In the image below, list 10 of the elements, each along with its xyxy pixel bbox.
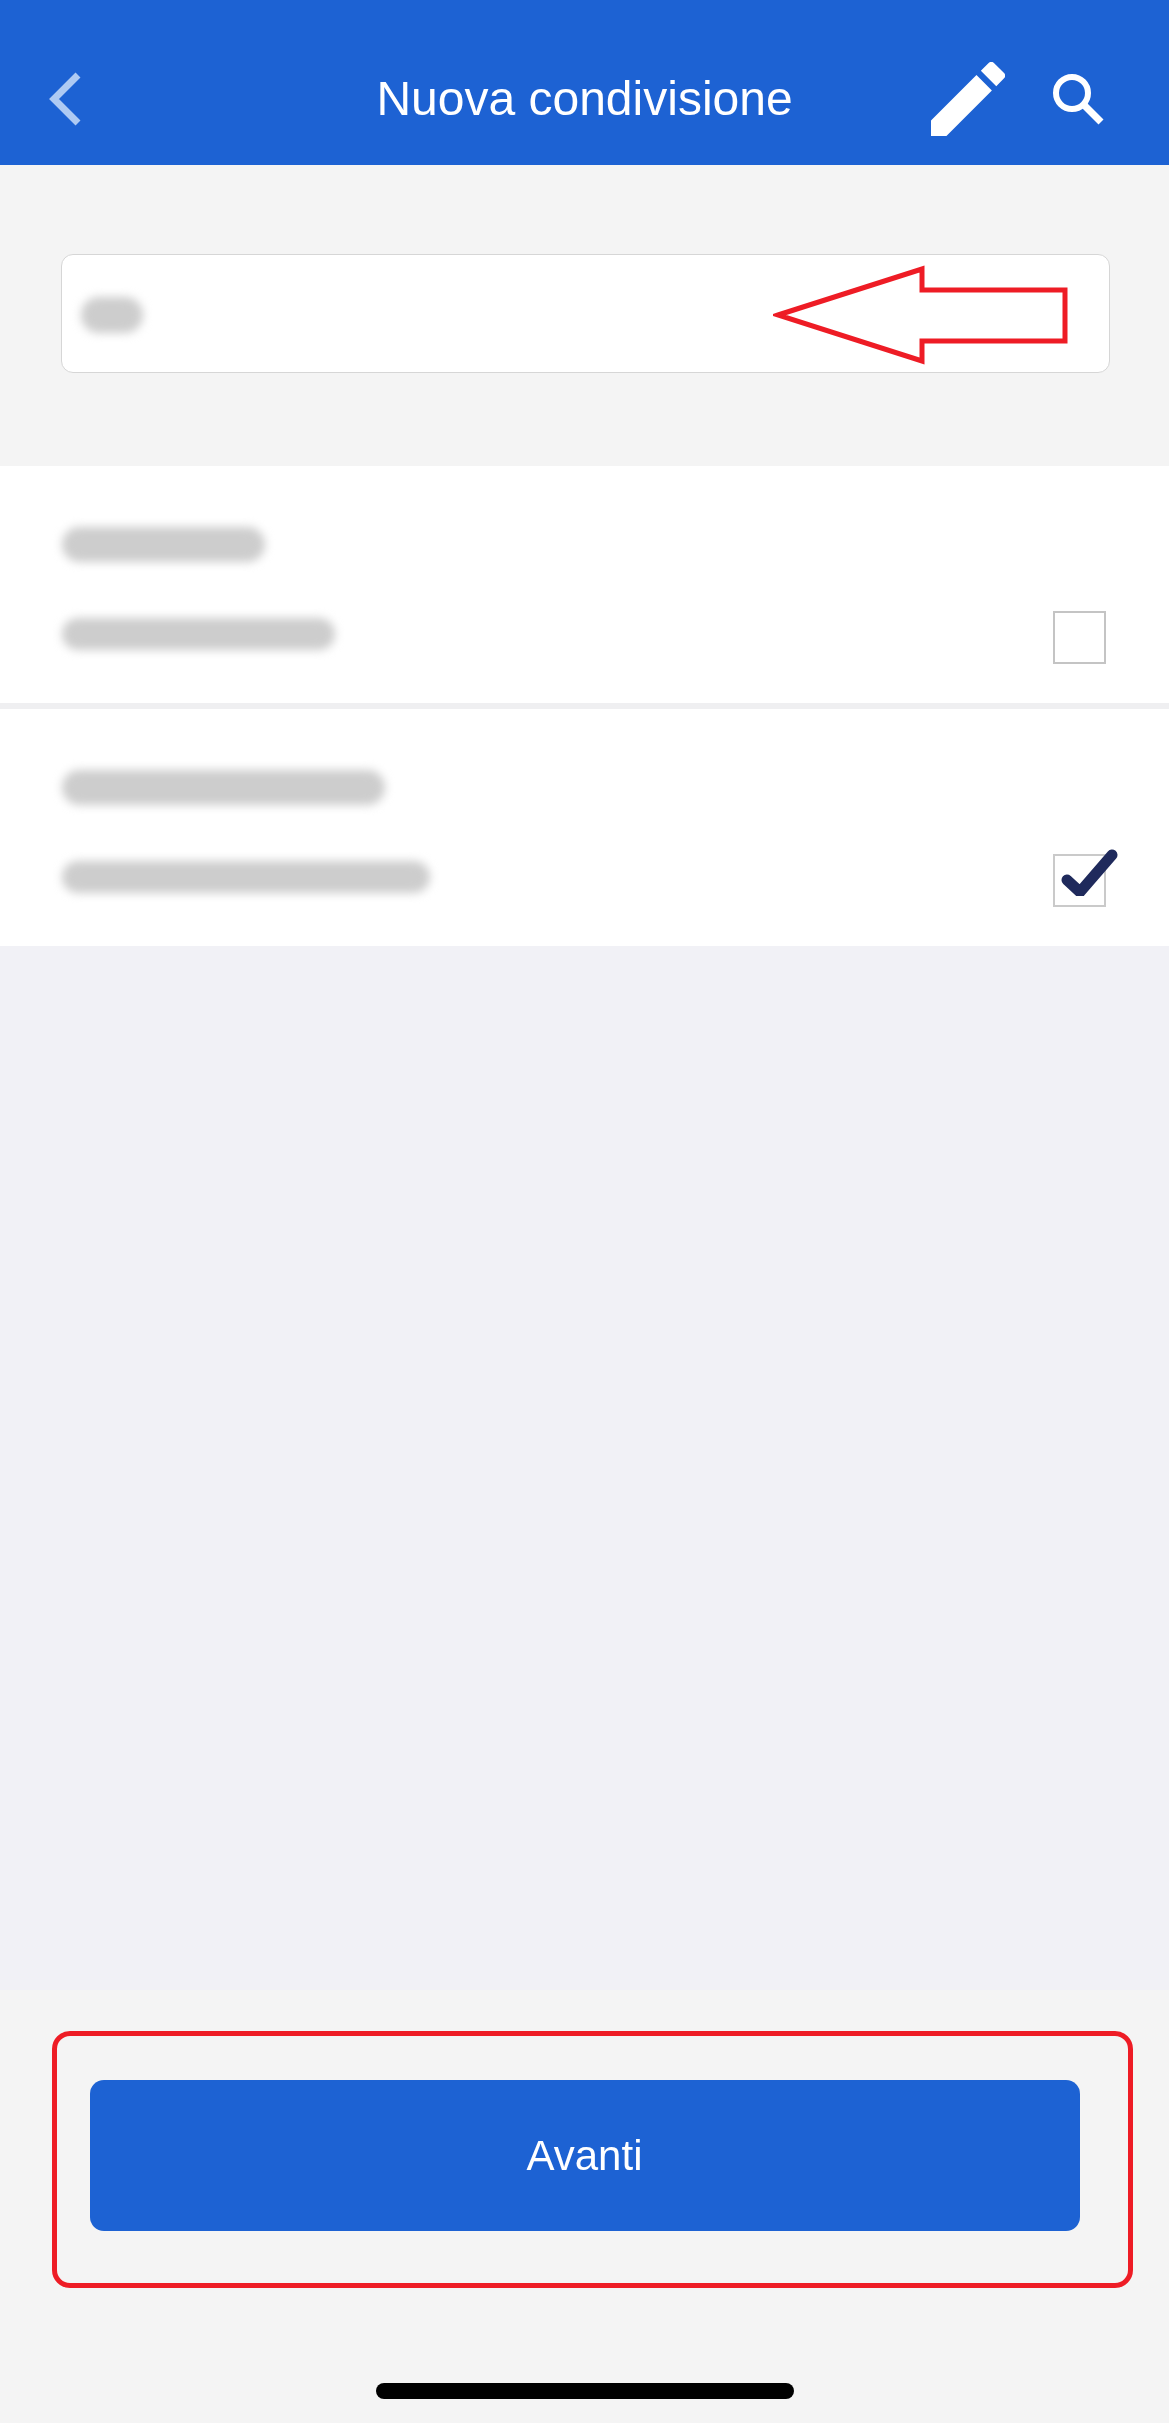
edit-button[interactable]: [931, 61, 1005, 136]
page-title: Nuova condivisione: [376, 74, 793, 123]
search-icon: [1051, 71, 1105, 126]
checkbox[interactable]: [1053, 611, 1106, 664]
pencil-icon: [931, 61, 1005, 136]
chevron-left-icon: [47, 70, 83, 127]
search-button[interactable]: [1051, 71, 1105, 126]
next-button[interactable]: Avanti: [89, 2080, 1080, 2231]
blurred-text: [81, 297, 143, 333]
search-field[interactable]: [61, 254, 1110, 373]
